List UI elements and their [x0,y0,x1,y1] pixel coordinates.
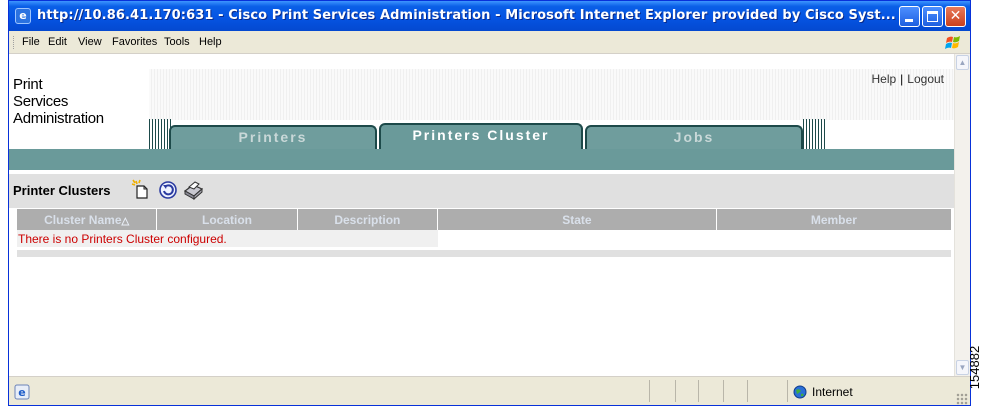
status-cell [675,380,676,402]
logout-link[interactable]: Logout [907,72,944,86]
help-link[interactable]: Help [871,72,896,86]
printer-icon[interactable] [182,179,204,201]
table-footer-bar [17,250,951,257]
tab-stripes-left [149,119,171,149]
table-row: There is no Printers Cluster configured. [17,230,951,247]
app-title: Print Services Administration [13,76,104,127]
resize-grip[interactable] [956,393,968,405]
page-content: Print Services Administration Help | Logou… [9,54,956,376]
tab-jobs[interactable]: Jobs [585,125,803,149]
windows-flag-icon [945,36,960,49]
empty-cell [437,230,951,247]
menu-help[interactable]: Help [199,36,222,48]
menu-view[interactable]: View [78,36,102,48]
col-cluster-name-label: Cluster Name [44,212,122,227]
col-description[interactable]: Description [297,209,439,230]
page-status-icon: e [14,384,30,400]
tab-printers-cluster[interactable]: Printers Cluster [379,123,583,149]
close-button[interactable]: ✕ [945,6,966,27]
ie-logo-icon: e [15,8,31,24]
col-member[interactable]: Member [716,209,951,230]
svg-text:e: e [18,386,25,399]
col-location[interactable]: Location [156,209,298,230]
title-bar[interactable]: e http://10.86.41.170:631 - Cisco Print … [9,1,970,31]
sort-asc-icon: △ [121,215,130,227]
maximize-button[interactable] [922,6,943,27]
close-icon: ✕ [949,8,962,24]
menu-edit[interactable]: Edit [48,36,67,48]
link-separator: | [900,72,904,86]
status-cell [747,380,748,402]
header-pattern [149,69,956,120]
scroll-up-icon[interactable]: ▲ [956,55,969,70]
col-cluster-name[interactable]: Cluster Name△ [17,209,158,230]
toolbar-grip[interactable] [13,36,16,49]
status-cell [698,380,699,402]
figure-number: 154882 [967,340,987,396]
empty-message: There is no Printers Cluster configured. [17,230,438,247]
menu-tools[interactable]: Tools [164,36,190,48]
status-cell [723,380,724,402]
clusters-table: Cluster Name△ Location Description State… [17,209,951,247]
nav-tabs: Printers Printers Cluster Jobs [149,119,826,149]
status-cell [787,380,788,402]
menu-file[interactable]: File [22,36,40,48]
app-title-line-2: Services [13,93,69,110]
section-title: Printer Clusters [13,183,111,198]
status-cell [649,380,650,402]
globe-icon [793,385,807,399]
browser-window: e http://10.86.41.170:631 - Cisco Print … [8,0,971,406]
table-header-row: Cluster Name△ Location Description State… [17,209,951,230]
security-zone: Internet [812,385,853,399]
vertical-scrollbar[interactable]: ▲ ▼ [954,54,970,376]
window-title: http://10.86.41.170:631 - Cisco Print Se… [37,8,896,23]
teal-bar [9,149,956,170]
menu-favorites[interactable]: Favorites [112,36,157,48]
status-bar: e Internet [9,376,970,405]
figure-number-label: 154882 [967,345,983,390]
tab-printers[interactable]: Printers [169,125,377,149]
top-links: Help | Logout [871,72,944,86]
minimize-button[interactable] [899,6,920,27]
new-cluster-icon[interactable] [131,179,153,201]
app-title-line-1: Print [13,76,43,93]
section-header: Printer Clusters [9,174,956,208]
tab-stripes-right [803,119,825,149]
app-title-line-3: Administration [13,110,104,127]
menu-bar: File Edit View Favorites Tools Help [9,32,970,54]
col-state[interactable]: State [437,209,717,230]
refresh-icon[interactable] [157,179,179,201]
